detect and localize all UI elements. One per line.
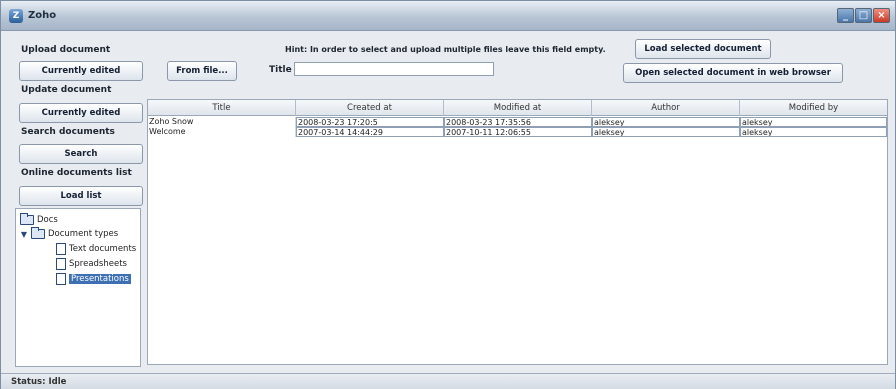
column-header-modified-by[interactable]: Modified by <box>740 100 887 116</box>
maximize-button[interactable]: □ <box>855 8 872 23</box>
window-title: Zoho <box>28 10 57 21</box>
tree-node-document-types[interactable]: ▼ Document types <box>20 227 118 239</box>
table-row[interactable]: Zoho Snow 2008-03-23 17:20:5 2008-03-23 … <box>148 117 887 127</box>
cell-author: aleksey <box>592 127 740 137</box>
search-button[interactable]: Search <box>19 144 143 164</box>
status-text: Status: Idle <box>11 377 67 387</box>
cell-title: Zoho Snow <box>148 117 296 127</box>
cell-modified-by: aleksey <box>740 127 887 137</box>
column-header-title[interactable]: Title <box>148 100 296 116</box>
from-file-button[interactable]: From file... <box>167 61 237 81</box>
expand-toggle-icon[interactable]: ▼ <box>20 230 28 239</box>
title-label: Title <box>269 65 292 75</box>
folder-icon <box>20 213 34 225</box>
cell-title: Welcome <box>148 127 296 137</box>
load-selected-document-button[interactable]: Load selected document <box>635 39 771 59</box>
cell-modified: 2007-10-11 12:06:55 <box>444 127 592 137</box>
document-icon <box>56 258 66 270</box>
online-section-label: Online documents list <box>21 168 132 178</box>
title-input[interactable] <box>294 62 494 76</box>
cell-created: 2007-03-14 14:44:29 <box>296 127 444 137</box>
open-in-browser-button[interactable]: Open selected document in web browser <box>623 63 843 83</box>
column-header-author[interactable]: Author <box>592 100 740 116</box>
cell-modified: 2008-03-23 17:35:56 <box>444 117 592 127</box>
update-currently-edited-button[interactable]: Currently edited <box>19 103 143 123</box>
column-header-modified[interactable]: Modified at <box>444 100 592 116</box>
tree-node-docs[interactable]: Docs <box>20 213 58 225</box>
update-section-label: Update document <box>21 85 112 95</box>
tree-node-presentations[interactable]: Presentations <box>56 273 131 285</box>
document-icon <box>56 273 66 285</box>
documents-table[interactable]: Title Created at Modified at Author Modi… <box>147 99 888 365</box>
tree-node-spreadsheets[interactable]: Spreadsheets <box>56 258 127 270</box>
upload-hint: Hint: In order to select and upload mult… <box>285 45 606 54</box>
cell-modified-by: aleksey <box>740 117 887 127</box>
folder-icon <box>31 227 45 239</box>
cell-created: 2008-03-23 17:20:5 <box>296 117 444 127</box>
document-icon <box>56 243 66 255</box>
table-row[interactable]: Welcome 2007-03-14 14:44:29 2007-10-11 1… <box>148 127 887 137</box>
app-window: Z Zoho _ □ × Upload document Currently e… <box>0 0 896 389</box>
status-bar: Status: Idle <box>1 373 895 389</box>
minimize-button[interactable]: _ <box>837 8 854 23</box>
close-button[interactable]: × <box>873 8 890 23</box>
load-list-button[interactable]: Load list <box>19 186 143 206</box>
app-icon: Z <box>9 9 23 23</box>
cell-author: aleksey <box>592 117 740 127</box>
search-section-label: Search documents <box>21 127 115 137</box>
column-header-created[interactable]: Created at <box>296 100 444 116</box>
title-bar[interactable]: Z Zoho _ □ × <box>1 1 895 31</box>
tree-node-text-documents[interactable]: Text documents <box>56 243 136 255</box>
upload-section-label: Upload document <box>21 45 111 55</box>
document-tree[interactable]: Docs ▼ Document types Text documents Spr… <box>15 208 141 367</box>
upload-currently-edited-button[interactable]: Currently edited <box>19 61 143 81</box>
table-header: Title Created at Modified at Author Modi… <box>148 100 887 116</box>
